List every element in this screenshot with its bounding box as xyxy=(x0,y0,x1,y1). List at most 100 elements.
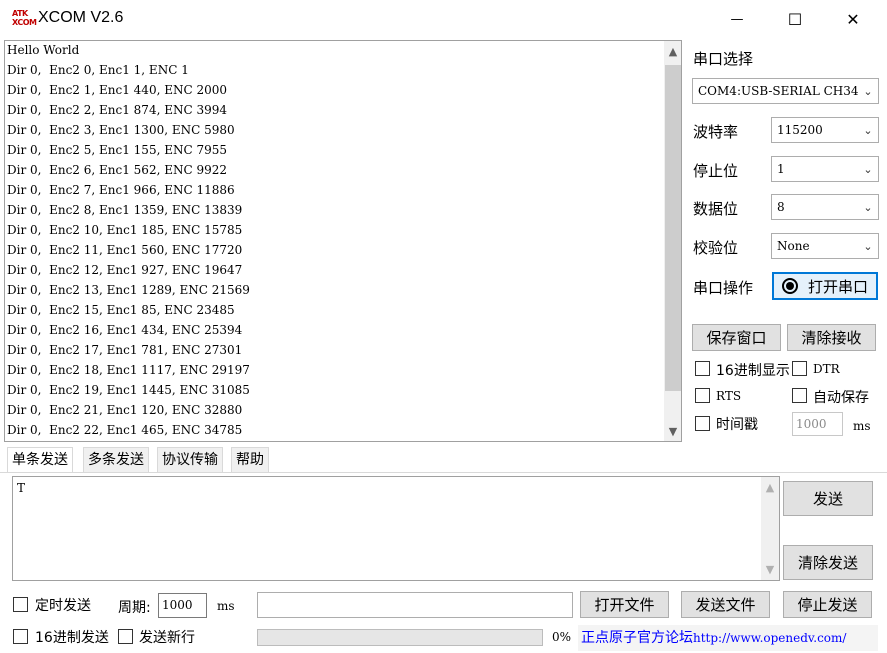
close-icon: ✕ xyxy=(846,9,860,29)
maximize-button[interactable]: ☐ xyxy=(766,0,824,38)
save-window-button[interactable]: 保存窗口 xyxy=(692,324,781,351)
period-label: 周期: xyxy=(118,600,151,616)
tab-divider xyxy=(0,472,887,473)
forum-label: 正点原子官方论坛 xyxy=(581,630,693,646)
receive-line: Dir 0, Enc2 7, Enc1 966, ENC 11886 xyxy=(7,183,235,197)
receive-line: Dir 0, Enc2 6, Enc1 562, ENC 9922 xyxy=(7,163,227,177)
receive-line: Hello World xyxy=(7,43,80,57)
record-icon xyxy=(781,278,798,294)
period-unit: ms xyxy=(217,599,235,613)
scroll-down-icon[interactable]: ▼ xyxy=(761,561,779,579)
receive-line: Dir 0, Enc2 5, Enc1 155, ENC 7955 xyxy=(7,143,227,157)
autosave-label: 自动保存 xyxy=(813,390,869,406)
receive-line: Dir 0, Enc2 22, Enc1 465, ENC 34785 xyxy=(7,423,243,437)
hex-send-label: 16进制发送 xyxy=(35,630,109,646)
data-bits-select[interactable]: 8 ⌄ xyxy=(771,194,879,220)
forum-link[interactable]: 正点原子官方论坛http://www.openedv.com/ xyxy=(578,625,878,651)
send-progress-bar xyxy=(257,629,543,646)
tab-protocol[interactable]: 协议传输 xyxy=(157,447,223,473)
receive-line: Dir 0, Enc2 8, Enc1 1359, ENC 13839 xyxy=(7,203,243,217)
tab-multi-send[interactable]: 多条发送 xyxy=(83,447,149,473)
baud-select-value: 115200 xyxy=(777,123,823,137)
timestamp-input[interactable]: 1000 xyxy=(792,412,843,436)
timed-send-checkbox[interactable] xyxy=(13,597,28,612)
hex-display-label: 16进制显示 xyxy=(716,363,790,379)
stop-bits-label: 停止位 xyxy=(693,162,739,180)
port-select[interactable]: COM4:USB-SERIAL CH340 ⌄ xyxy=(692,78,879,104)
parity-select[interactable]: None ⌄ xyxy=(771,233,879,259)
receive-line: Dir 0, Enc2 21, Enc1 120, ENC 32880 xyxy=(7,403,243,417)
forum-url: http://www.openedv.com/ xyxy=(693,631,847,645)
title-bar: ATK XCOM XCOM V2.6 — ☐ ✕ xyxy=(0,0,887,38)
maximize-icon: ☐ xyxy=(787,9,803,29)
stop-send-button[interactable]: 停止发送 xyxy=(783,591,872,618)
send-button[interactable]: 发送 xyxy=(783,481,873,516)
send-textarea[interactable]: T ▲ ▼ xyxy=(12,476,780,581)
minimize-button[interactable]: — xyxy=(708,0,766,38)
autosave-checkbox[interactable] xyxy=(792,388,807,403)
scroll-up-icon[interactable]: ▲ xyxy=(761,479,779,497)
period-input[interactable]: 1000 xyxy=(158,593,207,618)
receive-line: Dir 0, Enc2 18, Enc1 1117, ENC 29197 xyxy=(7,363,250,377)
port-op-label: 串口操作 xyxy=(693,279,754,297)
receive-line: Dir 0, Enc2 12, Enc1 927, ENC 19647 xyxy=(7,263,243,277)
close-button[interactable]: ✕ xyxy=(824,0,882,38)
timestamp-unit: ms xyxy=(853,419,871,433)
chevron-down-icon: ⌄ xyxy=(863,123,873,137)
dtr-label: DTR xyxy=(813,362,840,376)
timed-send-label: 定时发送 xyxy=(35,598,91,614)
send-file-button[interactable]: 发送文件 xyxy=(681,591,770,618)
chevron-down-icon: ⌄ xyxy=(863,162,873,176)
port-select-label: 串口选择 xyxy=(693,50,754,68)
hex-send-checkbox[interactable] xyxy=(13,629,28,644)
receive-scrollbar[interactable]: ▲ ▼ xyxy=(664,41,681,441)
receive-line: Dir 0, Enc2 13, Enc1 1289, ENC 21569 xyxy=(7,283,250,297)
receive-line: Dir 0, Enc2 1, Enc1 440, ENC 2000 xyxy=(7,83,227,97)
minimize-icon: — xyxy=(730,11,744,27)
baud-select[interactable]: 115200 ⌄ xyxy=(771,117,879,143)
dtr-checkbox[interactable] xyxy=(792,361,807,376)
scroll-up-icon[interactable]: ▲ xyxy=(664,43,681,61)
tab-single-send[interactable]: 单条发送 xyxy=(7,447,73,473)
logo-top-text: ATK xyxy=(12,9,28,18)
stop-bits-select[interactable]: 1 ⌄ xyxy=(771,156,879,182)
stop-bits-value: 1 xyxy=(777,162,785,176)
hex-display-checkbox[interactable] xyxy=(695,361,710,376)
chevron-down-icon: ⌄ xyxy=(863,84,873,98)
receive-scroll-thumb[interactable] xyxy=(665,65,681,391)
rts-label: RTS xyxy=(716,389,742,403)
receive-line: Dir 0, Enc2 19, Enc1 1445, ENC 31085 xyxy=(7,383,250,397)
open-port-button[interactable]: 打开串口 xyxy=(772,272,878,300)
parity-label: 校验位 xyxy=(693,239,739,257)
receive-textarea[interactable]: Hello World Dir 0, Enc2 0, Enc1 1, ENC 1 D… xyxy=(4,40,682,442)
scroll-down-icon[interactable]: ▼ xyxy=(664,423,681,441)
progress-percent: 0% xyxy=(552,630,572,644)
receive-line: Dir 0, Enc2 3, Enc1 1300, ENC 5980 xyxy=(7,123,235,137)
open-file-button[interactable]: 打开文件 xyxy=(580,591,669,618)
send-text: T xyxy=(17,481,26,495)
open-port-label: 打开串口 xyxy=(807,277,868,296)
tab-help[interactable]: 帮助 xyxy=(231,447,269,473)
data-bits-label: 数据位 xyxy=(693,200,739,218)
clear-send-button[interactable]: 清除发送 xyxy=(783,545,873,580)
baud-label: 波特率 xyxy=(693,123,739,141)
rts-checkbox[interactable] xyxy=(695,388,710,403)
file-path-input[interactable] xyxy=(257,592,573,618)
window-title: XCOM V2.6 xyxy=(38,9,124,26)
receive-line: Dir 0, Enc2 11, Enc1 560, ENC 17720 xyxy=(7,243,243,257)
send-scrollbar[interactable]: ▲ ▼ xyxy=(761,477,779,580)
port-select-value: COM4:USB-SERIAL CH340 xyxy=(698,84,858,98)
logo-bottom-text: XCOM xyxy=(12,18,37,27)
chevron-down-icon: ⌄ xyxy=(863,200,873,214)
timestamp-checkbox[interactable] xyxy=(695,416,710,431)
send-newline-label: 发送新行 xyxy=(139,630,195,646)
receive-line: Dir 0, Enc2 17, Enc1 781, ENC 27301 xyxy=(7,343,243,357)
clear-receive-button[interactable]: 清除接收 xyxy=(787,324,876,351)
receive-line: Dir 0, Enc2 2, Enc1 874, ENC 3994 xyxy=(7,103,227,117)
app-logo-icon: ATK XCOM xyxy=(12,9,37,29)
receive-lines: Hello World Dir 0, Enc2 0, Enc1 1, ENC 1 D… xyxy=(7,41,250,441)
receive-line: Dir 0, Enc2 15, Enc1 85, ENC 23485 xyxy=(7,303,235,317)
parity-value: None xyxy=(777,239,810,253)
chevron-down-icon: ⌄ xyxy=(863,239,873,253)
send-newline-checkbox[interactable] xyxy=(118,629,133,644)
